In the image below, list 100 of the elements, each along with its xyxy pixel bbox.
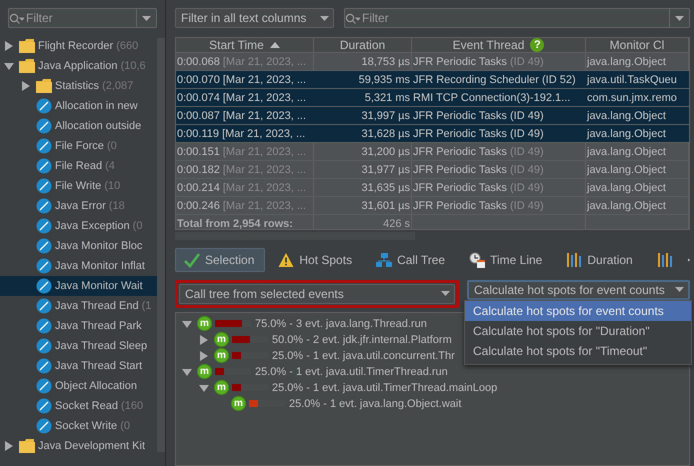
expand-arrow-icon[interactable] bbox=[199, 334, 209, 345]
expand-arrow-icon[interactable] bbox=[4, 41, 14, 51]
call-tree-node[interactable]: m 25.0% - 1 evt. java.util.TimerThread.mainLoop bbox=[176, 380, 498, 396]
view-tab[interactable]: Duration bbox=[557, 248, 644, 272]
expand-arrow-icon[interactable] bbox=[4, 441, 14, 451]
event-type-icon bbox=[36, 198, 52, 214]
menu-option[interactable]: Calculate hot spots for event counts bbox=[465, 301, 691, 321]
tree-item[interactable]: Java Monitor Wait bbox=[0, 276, 157, 296]
dropdown-arrow-icon bbox=[320, 16, 329, 20]
table-cell: 0:00.070 [Mar 21, 2023, ... bbox=[176, 71, 314, 88]
table-row[interactable]: 0:00.068 [Mar 21, 2023, ... 18,753 µs JFR Periodic Tasks (ID 49) java.lang.Object bbox=[176, 53, 689, 71]
search-icon bbox=[345, 12, 360, 24]
tree-item[interactable]: Java Monitor Inflat bbox=[0, 256, 157, 276]
help-icon[interactable]: ? bbox=[530, 38, 544, 52]
table-cell: java.lang.Object bbox=[586, 161, 689, 178]
tree-item[interactable]: Statistics (2,087 bbox=[0, 76, 157, 96]
view-tab[interactable]: Time Line bbox=[460, 248, 554, 272]
table-cell: java.lang.Object bbox=[586, 197, 689, 214]
column-header[interactable]: Start Time bbox=[176, 38, 314, 52]
tree-item[interactable]: File Force (0 bbox=[0, 136, 157, 156]
tree-item[interactable]: Java Application (10,6 bbox=[0, 56, 157, 76]
event-type-icon bbox=[36, 178, 52, 194]
table-cell: java.lang.Object bbox=[586, 107, 689, 124]
table-cell: 0:00.087 [Mar 21, 2023, ... bbox=[176, 107, 314, 124]
table-row[interactable]: 0:00.070 [Mar 21, 2023, ... 59,935 ms JFR Recording Scheduler (ID 52) java.util.TaskQueu bbox=[176, 71, 689, 89]
folder-icon bbox=[36, 78, 52, 94]
table-row[interactable]: 0:00.151 [Mar 21, 2023, ... 31,200 µs JFR Periodic Tasks (ID 49) java.lang.Object bbox=[176, 143, 689, 161]
view-tab[interactable]: Selection bbox=[175, 248, 266, 272]
call-tree-node[interactable]: m 25.0% - 1 evt. java.util.concurrent.Thr bbox=[176, 348, 455, 364]
tree-item[interactable]: File Read (4 bbox=[0, 156, 157, 176]
tree-item[interactable]: Java Monitor Bloc bbox=[0, 236, 157, 256]
view-tab[interactable]: Call Tree bbox=[367, 248, 456, 272]
tree-item[interactable]: Java Thread Start bbox=[0, 356, 157, 376]
table-cell: 0:00.119 [Mar 21, 2023, ... bbox=[176, 125, 314, 142]
table-cell: JFR Periodic Tasks (ID 49) bbox=[412, 125, 586, 142]
view-tab[interactable]: Hot Spots bbox=[269, 248, 364, 272]
table-row[interactable]: 0:00.087 [Mar 21, 2023, ... 31,997 µs JFR Periodic Tasks (ID 49) java.lang.Object bbox=[176, 107, 689, 125]
table-cell: 31,635 µs bbox=[314, 179, 412, 196]
table-cell: com.sun.jmx.remo bbox=[586, 89, 689, 106]
check-icon bbox=[184, 252, 200, 268]
tree-item[interactable]: Object Allocation bbox=[0, 376, 157, 396]
column-header[interactable]: Duration bbox=[314, 38, 412, 52]
table-row[interactable]: 0:00.119 [Mar 21, 2023, ... 31,628 µs JFR Periodic Tasks (ID 49) java.lang.Object bbox=[176, 125, 689, 143]
expand-arrow-icon[interactable] bbox=[21, 81, 31, 91]
table-cell: 59,935 ms bbox=[314, 71, 412, 88]
filter-field[interactable]: Filter bbox=[8, 8, 157, 28]
filter-field[interactable]: Filter bbox=[344, 8, 690, 28]
call-tree-node[interactable]: m 25.0% - 1 evt. java.lang.Object.wait bbox=[176, 396, 462, 412]
tree-item[interactable]: File Write (10 bbox=[0, 176, 157, 196]
call-tree-mode-dropdown[interactable]: Call tree from selected events bbox=[179, 284, 455, 304]
table-row[interactable]: 0:00.246 [Mar 21, 2023, ... 31,601 µs JFR Periodic Tasks (ID 49) java.lang.Object bbox=[176, 197, 689, 215]
filter-mode-dropdown[interactable]: Filter in all text columns bbox=[175, 8, 334, 28]
method-icon: m bbox=[197, 316, 212, 332]
menu-option[interactable]: Calculate hot spots for "Timeout" bbox=[465, 341, 691, 361]
table-cell: 0:00.182 [Mar 21, 2023, ... bbox=[176, 161, 314, 178]
menu-option[interactable]: Calculate hot spots for "Duration" bbox=[465, 321, 691, 341]
table-row[interactable]: 0:00.214 [Mar 21, 2023, ... 31,635 µs JFR Periodic Tasks (ID 49) java.lang.Object bbox=[176, 179, 689, 197]
expand-arrow-icon[interactable] bbox=[199, 350, 209, 361]
call-tree-node[interactable]: m 75.0% - 3 evt. java.lang.Thread.run bbox=[176, 316, 427, 332]
tree-item[interactable]: Java Thread Park bbox=[0, 316, 157, 336]
column-header[interactable]: Event Thread ? bbox=[412, 38, 586, 52]
filter-input[interactable]: Filter bbox=[360, 11, 669, 25]
hot-spot-mode-dropdown[interactable]: Calculate hot spots for event counts bbox=[467, 280, 690, 300]
tree-item[interactable]: Java Exception (0 bbox=[0, 216, 157, 236]
dropdown-arrow-icon bbox=[142, 16, 151, 20]
tree-item[interactable]: Java Development Kit bbox=[0, 436, 157, 456]
table-cell: JFR Recording Scheduler (ID 52) bbox=[412, 71, 586, 88]
tree-item[interactable]: Socket Write (0 bbox=[0, 416, 157, 436]
table-cell: 0:00.068 [Mar 21, 2023, ... bbox=[176, 53, 314, 70]
event-type-icon bbox=[36, 238, 52, 254]
scrollbar[interactable] bbox=[175, 232, 415, 240]
tree-item[interactable]: Flight Recorder (660 bbox=[0, 36, 157, 56]
table-cell: 0:00.074 [Mar 21, 2023, ... bbox=[176, 89, 314, 106]
event-type-icon bbox=[36, 98, 52, 114]
scrollbar[interactable] bbox=[157, 38, 165, 452]
collapse-arrow-icon[interactable] bbox=[199, 382, 209, 393]
method-icon: m bbox=[231, 396, 246, 412]
call-tree-node[interactable]: m 25.0% - 1 evt. java.util.TimerThread.run bbox=[176, 364, 448, 380]
table-cell: java.lang.Object bbox=[586, 143, 689, 160]
tree-item[interactable]: Socket Read (160 bbox=[0, 396, 157, 416]
collapse-arrow-icon[interactable] bbox=[182, 366, 192, 377]
tree-item[interactable]: Allocation in new bbox=[0, 96, 157, 116]
collapse-arrow-icon[interactable] bbox=[182, 318, 192, 329]
tree-item[interactable]: Java Error (18 bbox=[0, 196, 157, 216]
table-cell: 31,997 µs bbox=[314, 107, 412, 124]
collapse-arrow-icon[interactable] bbox=[4, 61, 14, 71]
table-cell: java.util.TaskQueu bbox=[586, 71, 689, 88]
call-tree-node[interactable]: m 50.0% - 2 evt. jdk.jfr.internal.Platform bbox=[176, 332, 452, 348]
warning-icon bbox=[278, 252, 294, 268]
column-header[interactable]: Monitor Cl bbox=[586, 38, 689, 52]
event-type-icon bbox=[36, 118, 52, 134]
tree-item[interactable]: Java Thread End (1 bbox=[0, 296, 157, 316]
event-type-icon bbox=[36, 418, 52, 434]
table-row[interactable]: 0:00.182 [Mar 21, 2023, ... 31,977 µs JFR Periodic Tasks (ID 49) java.lang.Object bbox=[176, 161, 689, 179]
tree-item[interactable]: Java Thread Sleep bbox=[0, 336, 157, 356]
filter-input[interactable]: Filter bbox=[24, 11, 136, 25]
tree-item[interactable]: Allocation outside bbox=[0, 116, 157, 136]
method-icon: m bbox=[214, 380, 229, 396]
table-row[interactable]: 0:00.074 [Mar 21, 2023, ... 5,321 ms RMI TCP Connection(3)-192.1... com.sun.jmx.remo bbox=[176, 89, 689, 107]
folder-icon bbox=[19, 58, 35, 74]
